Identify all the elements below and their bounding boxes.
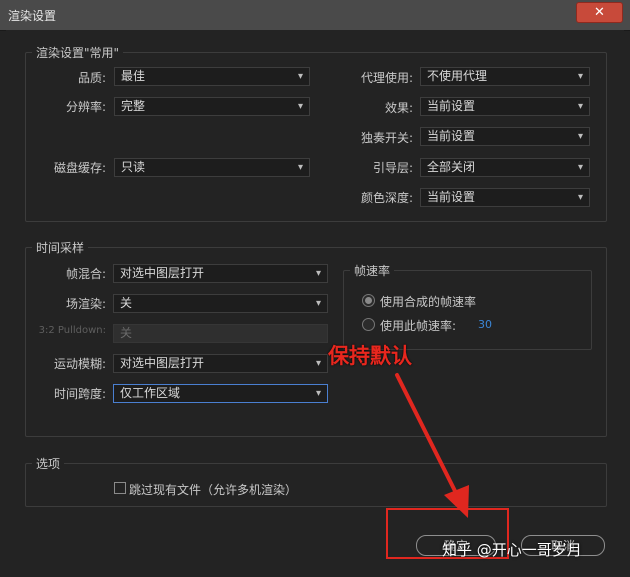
- annotation-arrow-icon: [395, 373, 469, 518]
- watermark-text: 知乎 @开心一哥岁月: [442, 541, 582, 559]
